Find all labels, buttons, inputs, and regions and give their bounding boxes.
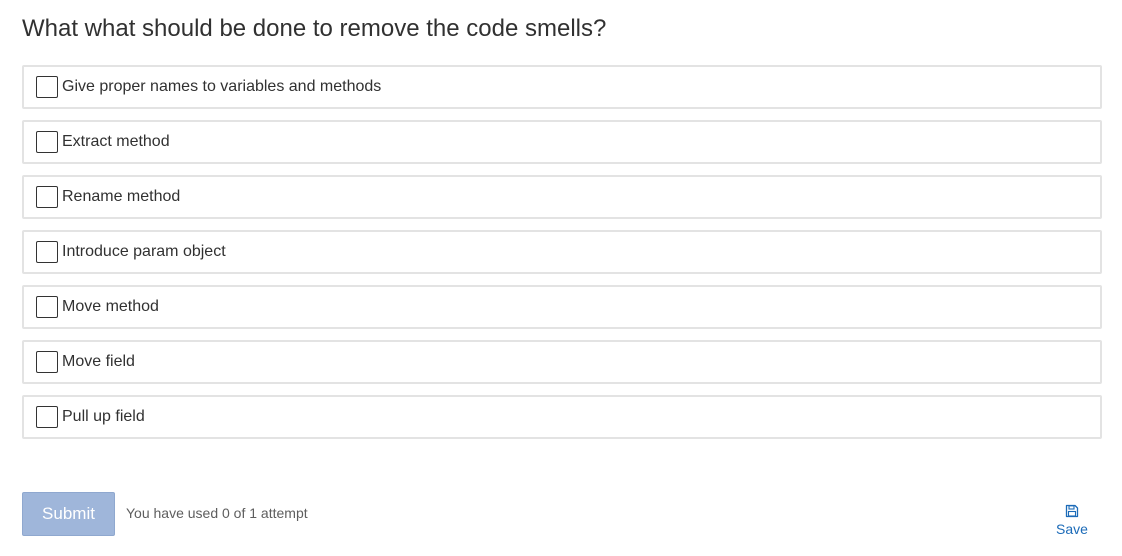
choice-option[interactable]: Introduce param object <box>22 230 1102 274</box>
save-label: Save <box>1056 521 1088 537</box>
checkbox[interactable] <box>36 241 58 263</box>
choice-label: Extract method <box>62 133 170 150</box>
question-title: What what should be done to remove the c… <box>22 15 607 42</box>
choice-label: Move field <box>62 353 135 370</box>
choice-option[interactable]: Rename method <box>22 175 1102 219</box>
choice-option[interactable]: Extract method <box>22 120 1102 164</box>
attempts-text: You have used 0 of 1 attempt <box>126 505 308 521</box>
action-bar: Submit You have used 0 of 1 attempt Save <box>22 492 1102 538</box>
checkbox[interactable] <box>36 76 58 98</box>
choice-label: Move method <box>62 298 159 315</box>
checkbox[interactable] <box>36 406 58 428</box>
choice-option[interactable]: Move method <box>22 285 1102 329</box>
floppy-disk-icon <box>1065 504 1079 518</box>
choice-label: Give proper names to variables and metho… <box>62 78 382 95</box>
submit-button[interactable]: Submit <box>22 492 115 536</box>
checkbox[interactable] <box>36 351 58 373</box>
choice-list: Give proper names to variables and metho… <box>22 65 1102 450</box>
choice-option[interactable]: Move field <box>22 340 1102 384</box>
checkbox[interactable] <box>36 186 58 208</box>
choice-option[interactable]: Give proper names to variables and metho… <box>22 65 1102 109</box>
save-button[interactable]: Save <box>1042 504 1102 538</box>
choice-label: Introduce param object <box>62 243 226 260</box>
choice-label: Rename method <box>62 188 181 205</box>
choice-option[interactable]: Pull up field <box>22 395 1102 439</box>
choice-label: Pull up field <box>62 408 145 425</box>
problem-page: What what should be done to remove the c… <box>0 0 1122 556</box>
checkbox[interactable] <box>36 131 58 153</box>
checkbox[interactable] <box>36 296 58 318</box>
